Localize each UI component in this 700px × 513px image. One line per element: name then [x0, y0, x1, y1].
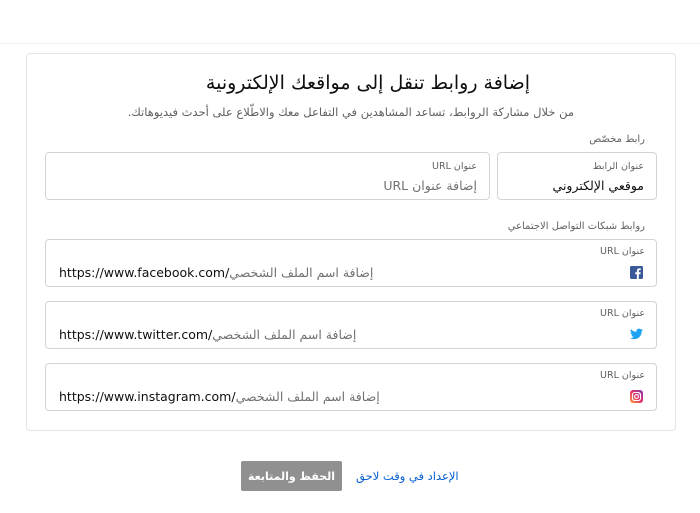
link-title-label: عنوان الرابط [592, 161, 644, 172]
twitter-url-value: https://www.twitter.com/إضافة اسم الملف … [59, 327, 356, 342]
setup-later-link[interactable]: الإعداد في وقت لاحق [356, 469, 459, 483]
instagram-url-value: https://www.instagram.com/إضافة اسم المل… [59, 389, 380, 404]
facebook-url-prefix: https://www.facebook.com/ [59, 264, 230, 280]
top-bar [0, 0, 700, 44]
instagram-profile-placeholder: إضافة اسم الملف الشخصي [235, 388, 380, 404]
twitter-url-prefix: https://www.twitter.com/ [59, 326, 213, 342]
social-section-label: روابط شبكات التواصل الاجتماعي [507, 221, 645, 232]
links-card: إضافة روابط تنقل إلى مواقعك الإلكترونية … [26, 53, 676, 431]
twitter-url-label: عنوان URL [600, 308, 645, 319]
facebook-icon [630, 265, 643, 279]
link-title-field[interactable]: عنوان الرابط موقعي الإلكتروني [497, 152, 657, 200]
custom-link-section-label: رابط مخصّص [589, 134, 645, 145]
instagram-url-label: عنوان URL [600, 370, 645, 381]
page-subtitle: من خلال مشاركة الروابط، تساعد المشاهدين … [127, 105, 574, 119]
link-title-value: موقعي الإلكتروني [552, 178, 644, 193]
twitter-icon [630, 328, 643, 341]
facebook-url-value: https://www.facebook.com/إضافة اسم الملف… [59, 265, 373, 280]
twitter-url-field[interactable]: عنوان URL https://www.twitter.com/إضافة … [45, 301, 657, 349]
link-url-placeholder: إضافة عنوان URL [383, 178, 477, 193]
save-and-continue-button[interactable]: الحفظ والمتابعة [241, 461, 342, 491]
facebook-profile-placeholder: إضافة اسم الملف الشخصي [229, 264, 374, 280]
instagram-url-field[interactable]: عنوان URL https://www.instagram.com/إضاف… [45, 363, 657, 411]
link-url-field[interactable]: عنوان URL إضافة عنوان URL [45, 152, 490, 200]
facebook-url-label: عنوان URL [600, 246, 645, 257]
facebook-url-field[interactable]: عنوان URL https://www.facebook.com/إضافة… [45, 239, 657, 287]
page-title: إضافة روابط تنقل إلى مواقعك الإلكترونية [205, 72, 530, 94]
instagram-icon [630, 389, 643, 403]
link-url-label: عنوان URL [432, 161, 477, 172]
twitter-profile-placeholder: إضافة اسم الملف الشخصي [212, 326, 357, 342]
instagram-url-prefix: https://www.instagram.com/ [59, 388, 236, 404]
